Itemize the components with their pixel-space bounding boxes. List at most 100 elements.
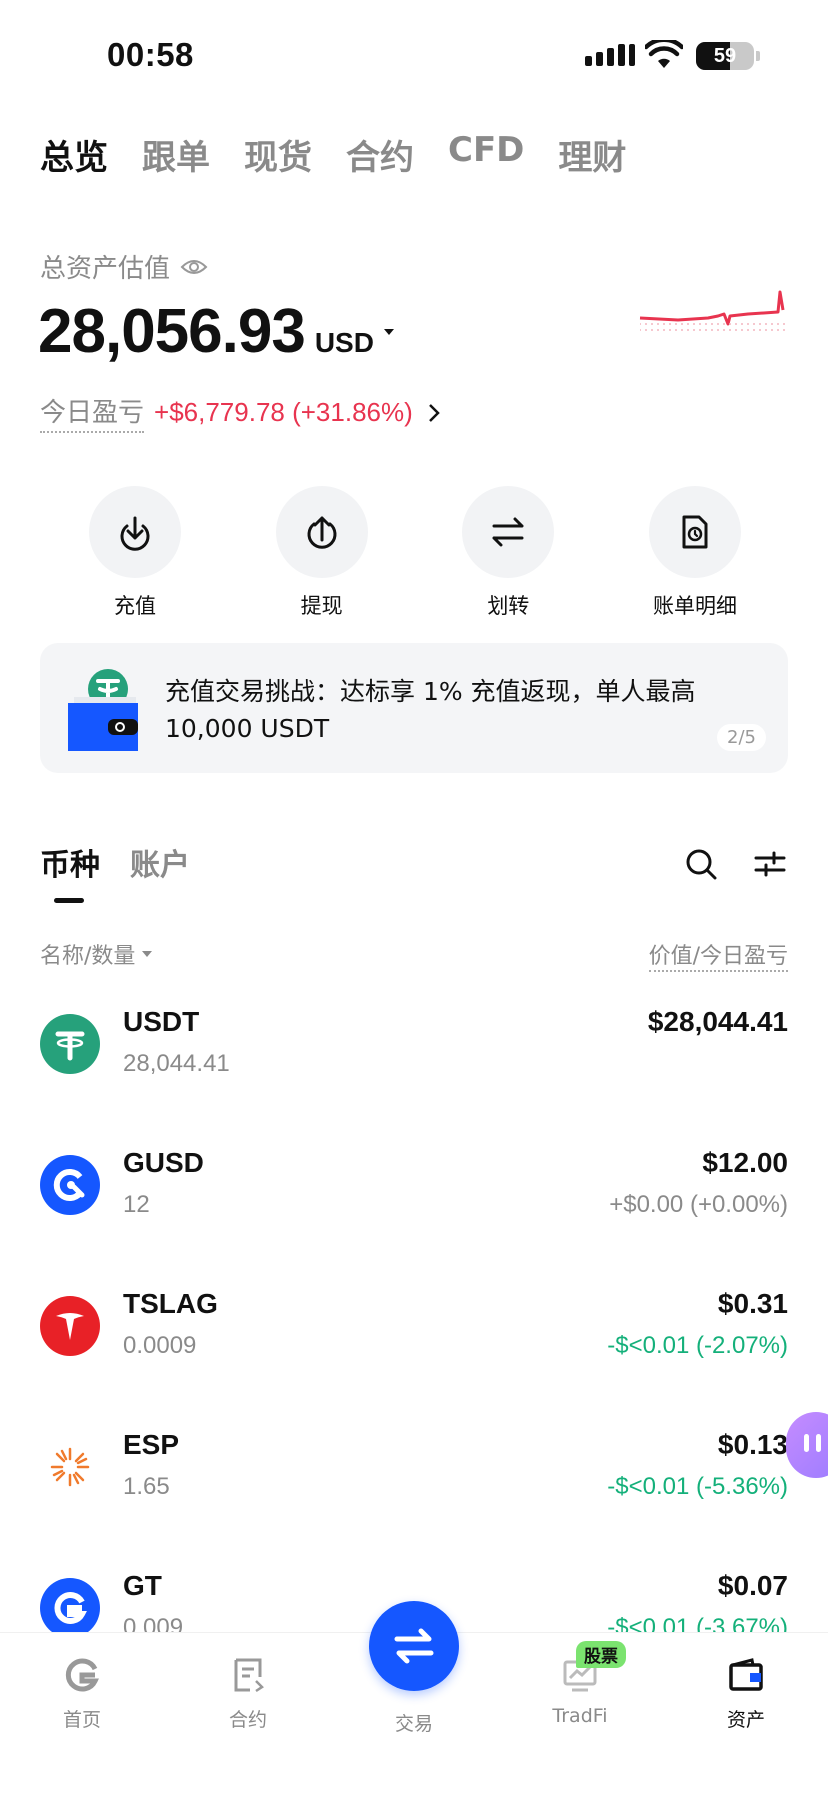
tab-coins[interactable]: 币种	[40, 840, 100, 884]
wallet-icon	[729, 1658, 763, 1691]
total-assets-label: 总资产估值	[40, 254, 171, 284]
tesla-icon	[40, 1296, 100, 1356]
battery-icon: 59	[696, 42, 754, 70]
asset-row-esp[interactable]: ESP 1.65 $0.13 -$<0.01 (-5.36%)	[0, 1423, 828, 1563]
wallet-promo-icon	[68, 669, 138, 751]
today-pnl-label: 今日盈亏	[40, 392, 145, 433]
asset-value: $28,044.41	[647, 1006, 788, 1037]
asset-qty: 1.65	[123, 1473, 170, 1500]
promo-banner[interactable]: 充值交易挑战：达标享 1% 充值返现，单人最高 10,000 USDT 2/5	[40, 643, 788, 773]
tab-overview[interactable]: 总览	[40, 130, 108, 179]
deposit-icon	[120, 516, 150, 551]
transfer-button[interactable]: 划转	[433, 486, 583, 620]
sort-name-qty[interactable]: 名称/数量	[40, 938, 153, 970]
futures-icon	[234, 1658, 264, 1693]
sort-caret-icon	[142, 951, 153, 957]
usdt-icon	[40, 1014, 100, 1074]
tab-copy-trading[interactable]: 跟单	[142, 130, 210, 179]
tab-spot[interactable]: 现货	[244, 130, 312, 179]
top-tabs: 总览 跟单 现货 合约 CFD 理财	[40, 130, 626, 179]
trade-swap-icon	[394, 1628, 434, 1664]
asset-name: GT	[123, 1570, 162, 1601]
asset-row-usdt[interactable]: USDT 28,044.41 $28,044.41	[0, 1000, 828, 1140]
asset-name: GUSD	[123, 1147, 204, 1178]
asset-change: -$<0.01 (-5.36%)	[607, 1473, 788, 1500]
nav-futures-label: 合约	[228, 1709, 267, 1731]
total-assets-value-row: 28,056.93 USD	[38, 296, 396, 367]
bill-details-button[interactable]: 账单明细	[620, 486, 770, 620]
withdraw-icon	[307, 516, 337, 549]
today-pnl-value: +$6,779.78 (+31.86%)	[154, 397, 413, 427]
withdraw-label: 提现	[300, 594, 343, 618]
cellular-signal-icon	[585, 44, 635, 66]
eye-icon[interactable]	[180, 257, 208, 277]
battery-cap	[756, 51, 760, 61]
nav-trade-label: 交易	[394, 1713, 433, 1735]
total-assets-label-row: 总资产估值	[40, 248, 208, 285]
transfer-label: 划转	[487, 594, 530, 618]
value-pnl-label[interactable]: 价值/今日盈亏	[648, 938, 788, 972]
asset-qty: 28,044.41	[123, 1050, 230, 1077]
stock-badge: 股票	[576, 1641, 626, 1668]
deposit-circle	[89, 486, 181, 578]
bill-circle	[648, 486, 741, 578]
deposit-button[interactable]: 充值	[60, 486, 210, 620]
wifi-icon	[645, 40, 683, 68]
bill-icon	[682, 515, 708, 549]
nav-assets-label: 资产	[726, 1709, 765, 1731]
promo-text: 充值交易挑战：达标享 1% 充值返现，单人最高 10,000 USDT	[165, 677, 696, 743]
asset-name: TSLAG	[123, 1288, 218, 1319]
asset-sparkline	[639, 290, 785, 334]
gusd-icon	[40, 1155, 100, 1215]
name-qty-label: 名称/数量	[40, 944, 136, 969]
status-bar: 00:58 59	[0, 0, 828, 110]
asset-qty: 0.0009	[123, 1332, 197, 1359]
transfer-icon	[492, 517, 524, 547]
caret-down-icon[interactable]	[382, 327, 396, 337]
nav-tradfi-label: TradFi	[552, 1705, 608, 1727]
handle-bar	[804, 1434, 809, 1452]
total-assets-value: 28,056.93	[38, 297, 306, 366]
asset-value: $0.31	[717, 1288, 788, 1319]
status-time: 00:58	[107, 36, 194, 73]
search-icon[interactable]	[685, 848, 717, 880]
asset-change: +$0.00 (+0.00%)	[609, 1191, 788, 1218]
asset-qty: 12	[123, 1191, 150, 1218]
home-icon	[65, 1658, 99, 1692]
asset-name: ESP	[123, 1429, 180, 1460]
gt-icon	[40, 1578, 100, 1638]
filter-icon[interactable]	[754, 850, 786, 878]
asset-name: USDT	[123, 1006, 200, 1037]
bill-details-label: 账单明细	[652, 594, 737, 618]
battery-level: 59	[713, 45, 737, 67]
currency-selector[interactable]: USD	[315, 327, 374, 359]
asset-row-gusd[interactable]: GUSD 12 $12.00 +$0.00 (+0.00%)	[0, 1141, 828, 1281]
asset-value: $0.07	[717, 1570, 788, 1601]
tab-cfd[interactable]: CFD	[448, 130, 524, 179]
quick-actions: 充值 提现 划转 账单明细	[60, 486, 770, 620]
bottom-nav: 首页 合约 交易 TradFi 股票 资产	[0, 1601, 828, 1795]
nav-assets[interactable]: 资产	[686, 1655, 806, 1732]
tab-indicator	[54, 898, 84, 903]
nav-futures[interactable]: 合约	[188, 1655, 308, 1732]
withdraw-circle	[275, 486, 368, 578]
nav-home-label: 首页	[62, 1709, 101, 1731]
esp-icon	[40, 1437, 100, 1497]
asset-value: $12.00	[702, 1147, 788, 1178]
asset-change: -$<0.01 (-2.07%)	[607, 1332, 788, 1359]
transfer-circle	[462, 486, 555, 578]
today-pnl-row[interactable]: 今日盈亏 +$6,779.78 (+31.86%)	[40, 392, 441, 433]
asset-row-tslag[interactable]: TSLAG 0.0009 $0.31 -$<0.01 (-2.07%)	[0, 1282, 828, 1422]
asset-value: $0.13	[717, 1429, 788, 1460]
withdraw-button[interactable]: 提现	[247, 486, 397, 620]
handle-bar	[816, 1434, 821, 1452]
chevron-right-icon[interactable]	[427, 403, 441, 423]
tab-futures[interactable]: 合约	[346, 130, 414, 179]
nav-home[interactable]: 首页	[22, 1655, 142, 1732]
section-tabs: 币种 账户	[40, 840, 190, 903]
deposit-label: 充值	[114, 594, 156, 618]
tab-accounts[interactable]: 账户	[130, 840, 190, 884]
trade-button[interactable]	[369, 1601, 459, 1691]
banner-page-indicator: 2/5	[717, 724, 766, 751]
tab-earn[interactable]: 理财	[558, 130, 626, 179]
